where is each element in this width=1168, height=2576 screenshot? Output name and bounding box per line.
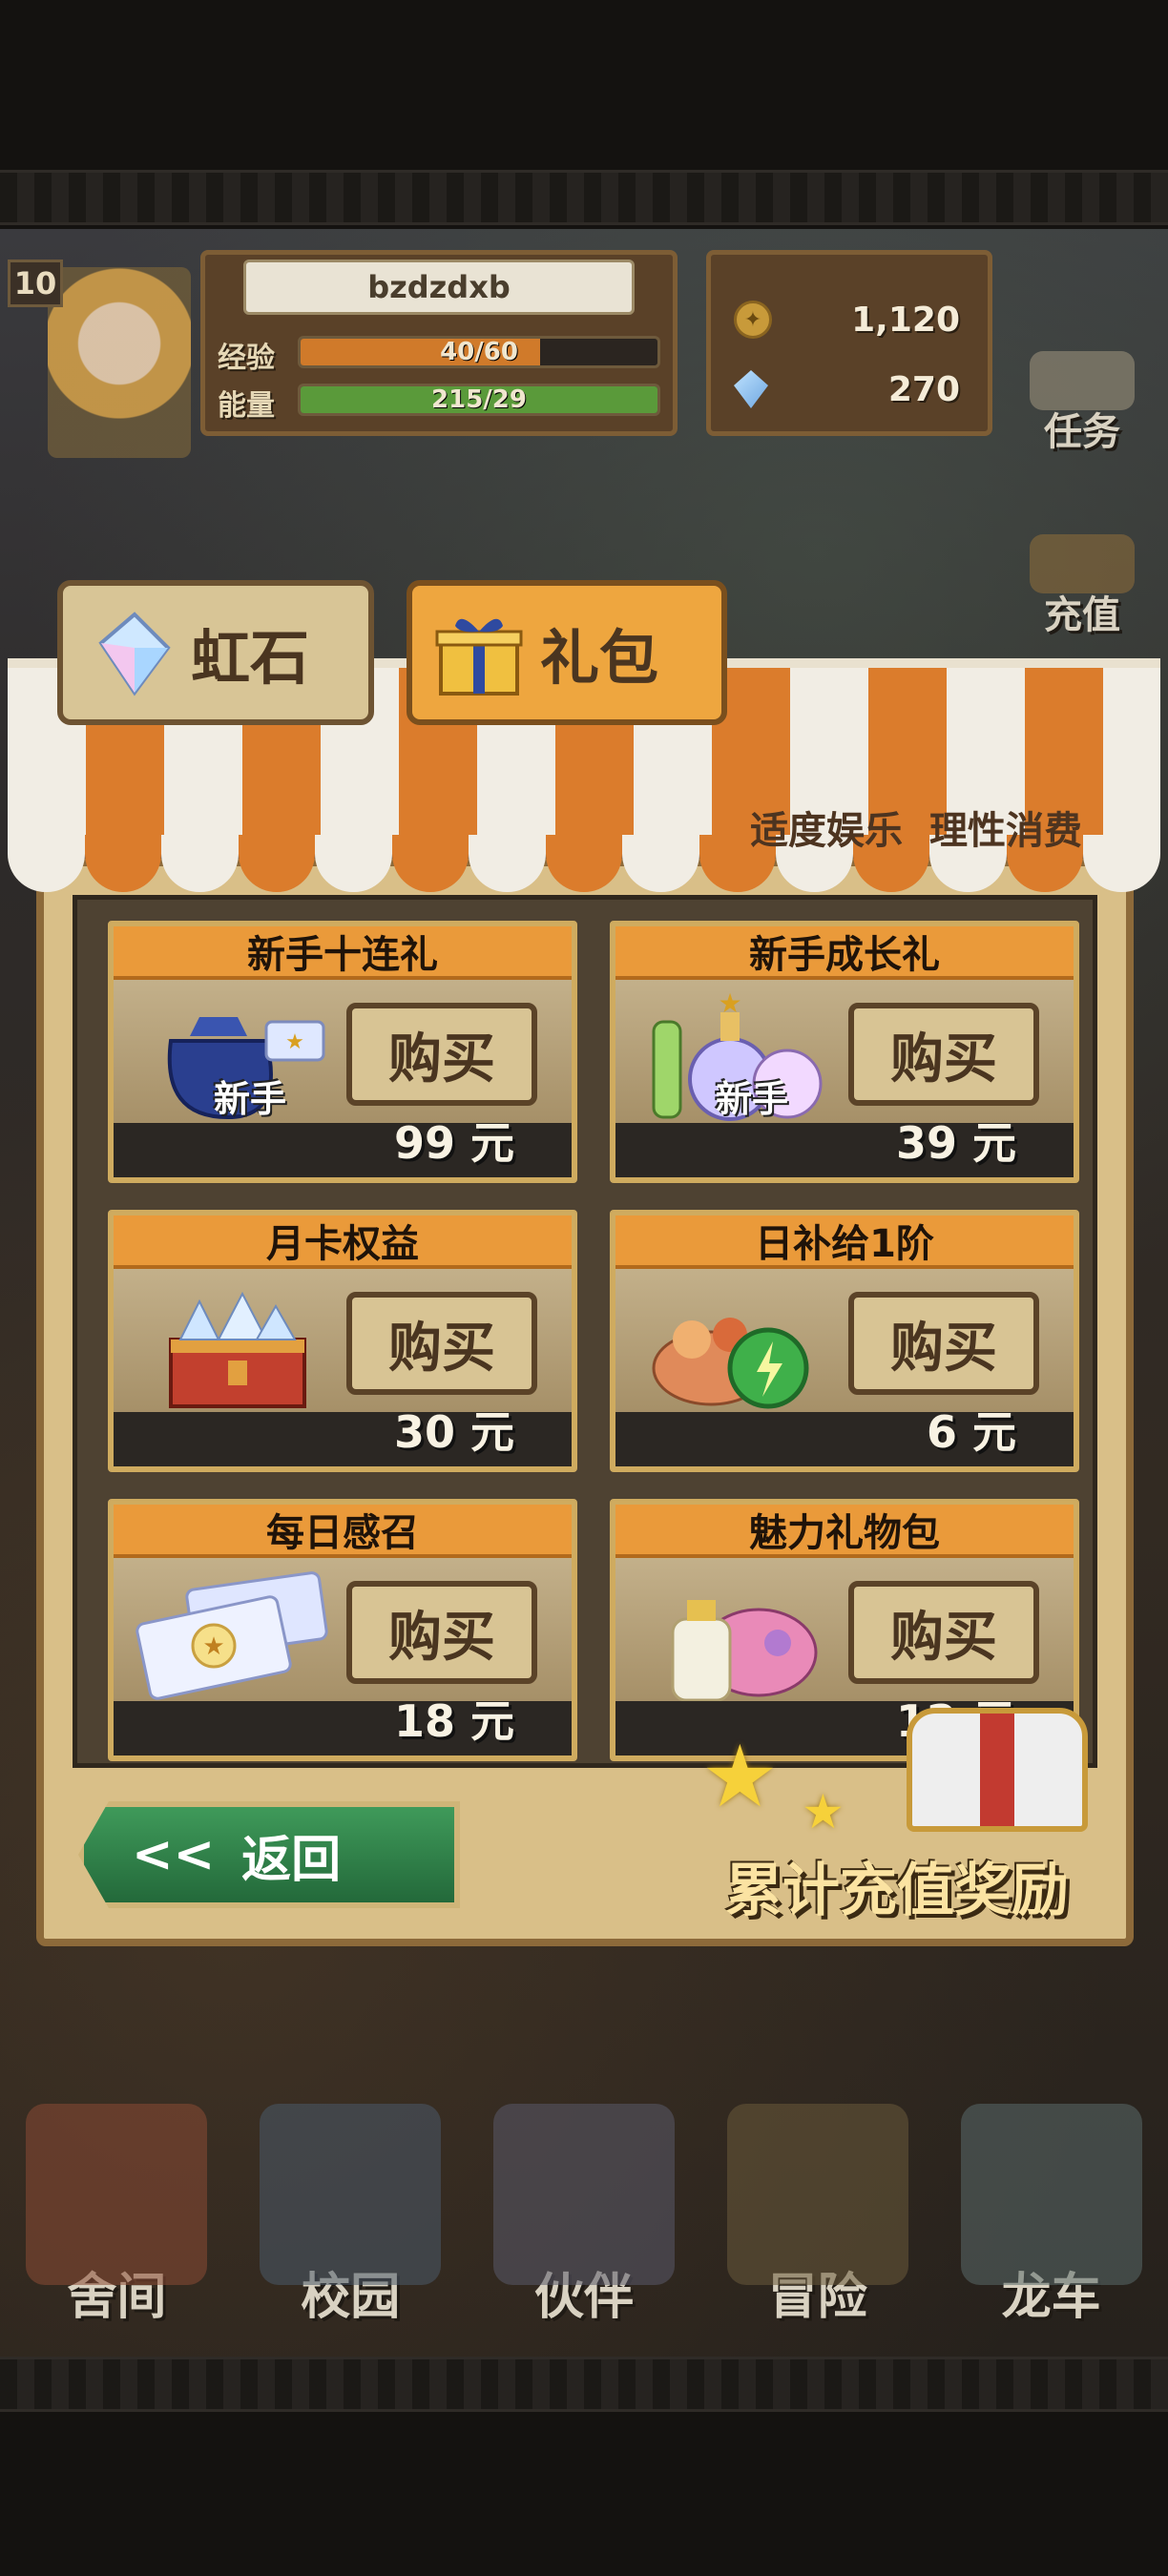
treasure-chest-icon bbox=[907, 1708, 1088, 1832]
buy-button[interactable]: 购买 bbox=[346, 1581, 537, 1684]
svg-text:★: ★ bbox=[202, 1632, 224, 1661]
task-scroll-icon bbox=[1030, 351, 1135, 410]
tab-crystal[interactable]: 虹石 bbox=[57, 580, 374, 725]
back-arrows: << bbox=[132, 1826, 216, 1883]
nav-dragon-cart[interactable]: 龙车 bbox=[934, 2099, 1168, 2347]
crystal-icon bbox=[82, 605, 177, 700]
energy-value: 215/29 bbox=[431, 385, 527, 414]
adventure-icon bbox=[726, 2104, 908, 2285]
nav-partner[interactable]: 伙伴 bbox=[468, 2099, 701, 2347]
tab-gift-pack-label: 礼包 bbox=[540, 623, 659, 693]
gem-chest-icon bbox=[169, 1291, 306, 1408]
package-price: 99 元 bbox=[393, 1117, 514, 1169]
bottom-navigation: 舍间 校园 伙伴 冒险 龙车 bbox=[0, 2099, 1168, 2347]
package-price: 30 元 bbox=[393, 1406, 514, 1458]
package-card: 每日感召 ★ 购买 18 元 bbox=[108, 1499, 577, 1761]
svg-text:★: ★ bbox=[285, 1030, 304, 1054]
gem-amount: 270 bbox=[887, 369, 960, 409]
task-button[interactable]: 任务 bbox=[1011, 351, 1154, 456]
charm-gift-icon bbox=[671, 1600, 818, 1702]
treasure-chest-icon bbox=[1030, 534, 1135, 593]
back-button[interactable]: << 返回 bbox=[78, 1801, 460, 1908]
energy-food-icon bbox=[652, 1318, 809, 1409]
coin-counter: ✦ 1,120 bbox=[720, 291, 973, 348]
buy-button[interactable]: 购买 bbox=[346, 1003, 537, 1106]
svg-text:★: ★ bbox=[718, 987, 741, 1019]
package-price: 39 元 bbox=[895, 1117, 1016, 1169]
newbie-tag: 新手 bbox=[716, 1078, 789, 1120]
gift-box-icon bbox=[431, 605, 527, 700]
back-label: 返回 bbox=[241, 1831, 342, 1889]
exp-value: 40/60 bbox=[440, 338, 518, 366]
campus-icon bbox=[260, 2104, 442, 2285]
package-title: 日补给1阶 bbox=[755, 1222, 934, 1266]
buy-button[interactable]: 购买 bbox=[848, 1292, 1039, 1395]
partner-icon bbox=[492, 2104, 675, 2285]
nav-adventure[interactable]: 冒险 bbox=[700, 2099, 934, 2347]
star-icon: ★ bbox=[701, 1727, 779, 1827]
tab-gift-pack[interactable]: 礼包 bbox=[407, 580, 727, 725]
gem-icon bbox=[734, 370, 768, 408]
nav-house[interactable]: 舍间 bbox=[0, 2099, 234, 2347]
package-title: 每日感召 bbox=[266, 1511, 419, 1555]
gem-counter: 270 bbox=[720, 361, 973, 418]
cumulative-recharge-reward[interactable]: ★ ★ 累计充值奖励 bbox=[687, 1708, 1107, 1927]
player-avatar[interactable] bbox=[48, 267, 191, 458]
top-dark-band bbox=[0, 0, 1168, 167]
bottom-dark-band bbox=[0, 2419, 1168, 2576]
package-price: 18 元 bbox=[393, 1695, 514, 1747]
reward-label: 累计充值奖励 bbox=[725, 1858, 1069, 1924]
top-decorative-border bbox=[0, 170, 1168, 225]
package-card: 新手十连礼 ★ 新手 购买 99 元 bbox=[108, 921, 577, 1183]
exp-label: 经验 bbox=[218, 342, 275, 375]
buy-button[interactable]: 购买 bbox=[848, 1003, 1039, 1106]
bottom-decorative-border bbox=[0, 2357, 1168, 2412]
star-icon: ★ bbox=[802, 1784, 845, 1839]
buy-button[interactable]: 购买 bbox=[848, 1581, 1039, 1684]
nav-campus[interactable]: 校园 bbox=[234, 2099, 468, 2347]
package-card: 新手成长礼 ★ 新手 购买 39 元 bbox=[610, 921, 1079, 1183]
package-grid: 新手十连礼 ★ 新手 购买 99 元 新手成长礼 ★ 新手 购买 39 元 月卡… bbox=[73, 895, 1097, 1768]
recharge-button[interactable]: 充值 bbox=[1011, 534, 1154, 639]
energy-bar: 215/29 bbox=[298, 384, 660, 416]
package-card: 日补给1阶 购买 6 元 bbox=[610, 1210, 1079, 1472]
dragon-cart-icon bbox=[960, 2104, 1142, 2285]
package-price: 6 元 bbox=[926, 1406, 1016, 1458]
tab-crystal-label: 虹石 bbox=[191, 623, 310, 693]
house-icon bbox=[26, 2104, 208, 2285]
buy-button[interactable]: 购买 bbox=[346, 1292, 537, 1395]
player-level-badge: 10 bbox=[8, 260, 63, 307]
newbie-tag: 新手 bbox=[214, 1078, 287, 1120]
package-title: 月卡权益 bbox=[266, 1222, 419, 1266]
package-title: 新手成长礼 bbox=[749, 933, 940, 977]
spending-notice: 适度娱乐 理性消费 bbox=[750, 809, 1082, 853]
coin-icon: ✦ bbox=[734, 301, 772, 339]
exp-bar: 40/60 bbox=[298, 336, 660, 368]
player-name: bzdzdxb bbox=[243, 260, 635, 315]
summon-ticket-icon: ★ bbox=[136, 1571, 328, 1700]
coin-amount: 1,120 bbox=[851, 300, 960, 340]
package-title: 新手十连礼 bbox=[247, 933, 438, 977]
package-card: 月卡权益 购买 30 元 bbox=[108, 1210, 577, 1472]
package-title: 魅力礼物包 bbox=[749, 1511, 940, 1555]
energy-label: 能量 bbox=[218, 389, 275, 423]
